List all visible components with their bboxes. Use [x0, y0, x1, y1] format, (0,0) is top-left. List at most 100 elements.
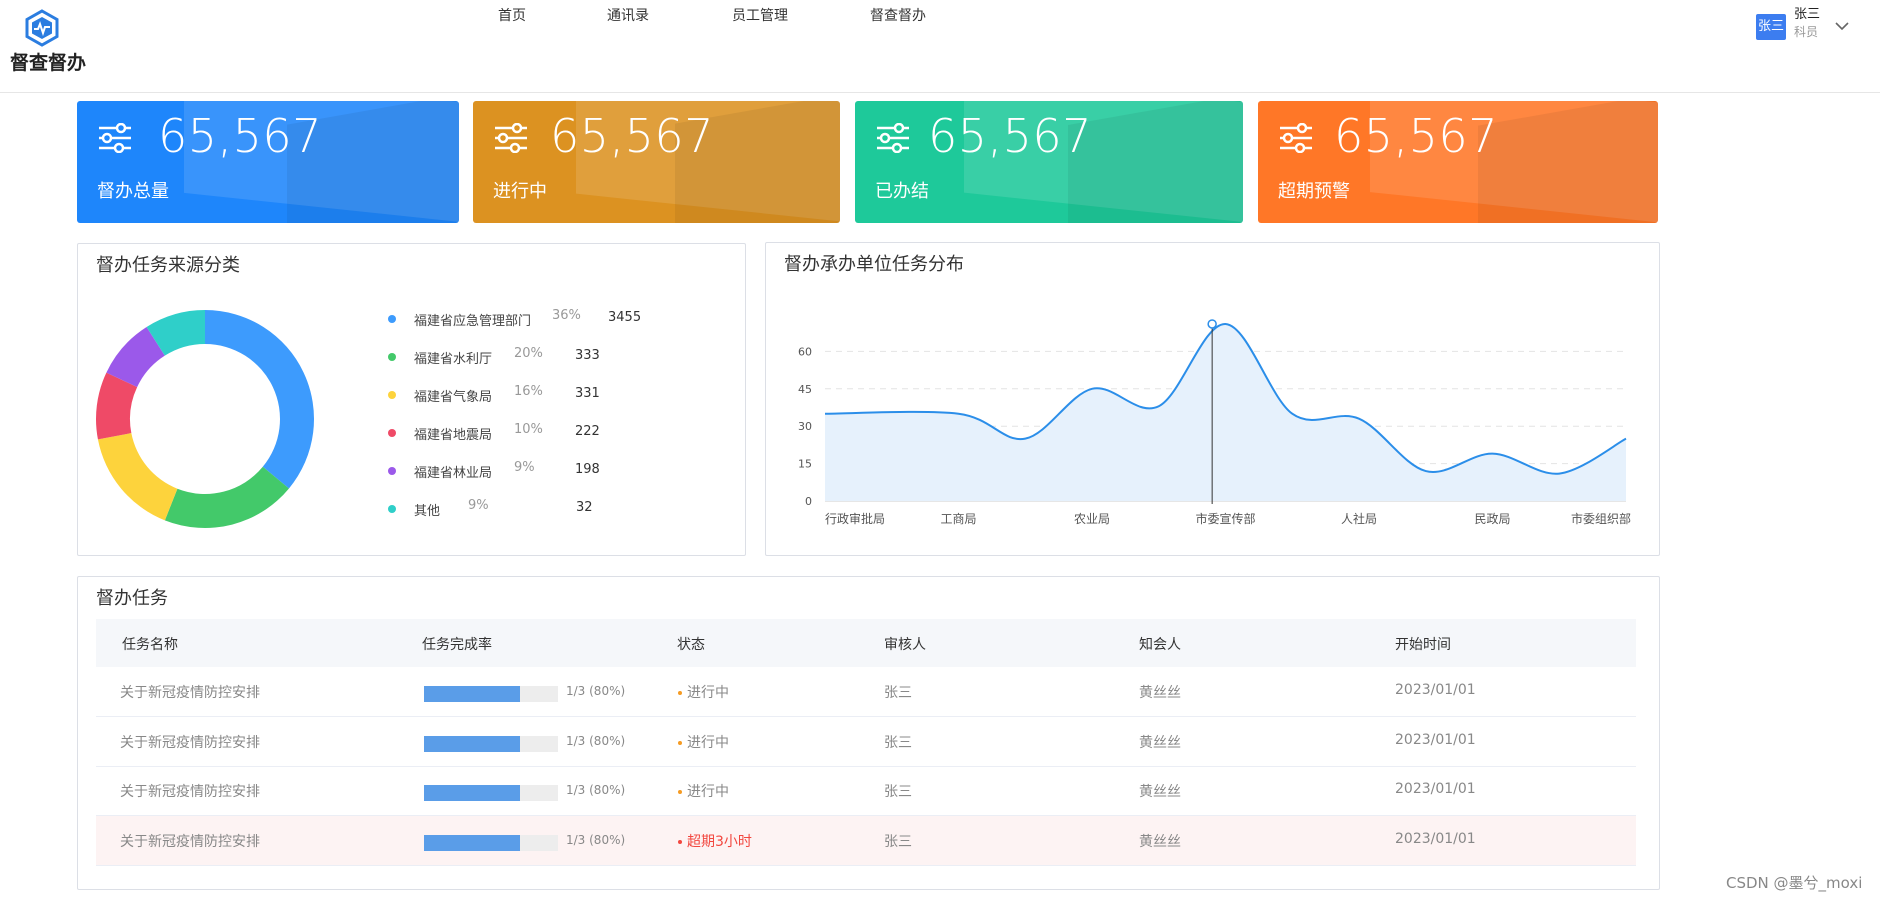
legend-percent: 9% — [514, 460, 535, 475]
progress-bar — [424, 686, 558, 702]
hover-point[interactable] — [1207, 319, 1217, 329]
start-time: 2023/01/01 — [1395, 781, 1476, 797]
status-text: 进行中 — [687, 685, 729, 701]
legend-percent: 16% — [514, 384, 543, 399]
legend-percent: 9% — [468, 498, 489, 513]
table-row[interactable]: 关于新冠疫情防控安排 1/3 (80%) 进行中 张三 黄丝丝 2023/01/01 — [96, 717, 1636, 767]
header-notify[interactable]: 知会人 — [1139, 634, 1181, 654]
legend-name: 其他 — [414, 504, 441, 519]
legend-dot — [388, 353, 396, 361]
sliders-icon — [495, 123, 527, 153]
status-badge: 进行中 — [678, 732, 729, 752]
nav-item-staff[interactable]: 员工管理 — [732, 5, 788, 25]
table-header: 任务名称 任务完成率 状态 审核人 知会人 开始时间 — [96, 619, 1636, 667]
status-badge: 进行中 — [678, 682, 729, 702]
task-name[interactable]: 关于新冠疫情防控安排 — [120, 781, 260, 801]
card-label: 督办总量 — [97, 181, 169, 202]
legend-name: 福建省林业局 — [414, 466, 493, 481]
status-badge: 进行中 — [678, 781, 729, 801]
header-reviewer[interactable]: 审核人 — [884, 634, 926, 654]
legend-name: 福建省地震局 — [414, 428, 493, 443]
stat-card-total[interactable]: 65,567 督办总量 — [77, 101, 459, 223]
table-row[interactable]: 关于新冠疫情防控安排 1/3 (80%) 进行中 张三 黄丝丝 2023/01/01 — [96, 667, 1636, 717]
notify-person: 黄丝丝 — [1139, 734, 1181, 751]
header-task-name[interactable]: 任务名称 — [122, 634, 178, 654]
app-logo-icon — [25, 9, 59, 47]
legend-percent: 36% — [552, 308, 581, 323]
progress-text: 1/3 (80%) — [566, 684, 626, 698]
legend-name: 福建省气象局 — [414, 390, 493, 405]
nav-item-supervision[interactable]: 督查督办 — [870, 5, 926, 25]
donut-slice[interactable] — [164, 466, 289, 528]
legend-item[interactable]: 福建省气象局 16% 331 — [388, 384, 688, 405]
donut-slice[interactable] — [97, 433, 178, 521]
status-text: 进行中 — [687, 784, 729, 800]
task-name[interactable]: 关于新冠疫情防控安排 — [120, 831, 260, 851]
start-time: 2023/01/01 — [1395, 830, 1476, 847]
task-name[interactable]: 关于新冠疫情防控安排 — [120, 732, 260, 752]
header-start-time[interactable]: 开始时间 — [1395, 634, 1451, 654]
legend-value: 3455 — [608, 310, 642, 325]
user-avatar[interactable]: 张三 — [1756, 14, 1786, 40]
task-panel: 督办任务 任务名称 任务完成率 状态 审核人 知会人 开始时间 关于新冠疫情防控… — [77, 576, 1660, 890]
x-tick-label: 市委组织部 — [1571, 511, 1631, 526]
x-tick-label: 工商局 — [940, 511, 976, 526]
legend-value: 198 — [575, 462, 600, 477]
reviewer: 张三 — [884, 685, 912, 701]
table-row[interactable]: 关于新冠疫情防控安排 1/3 (80%) 超期3小时 张三 黄丝丝 2023/01/01 — [96, 815, 1636, 866]
donut-chart — [96, 310, 314, 528]
legend-dot — [388, 391, 396, 399]
status-text: 进行中 — [687, 734, 729, 751]
progress-fill — [424, 785, 520, 801]
legend-value: 331 — [575, 386, 600, 401]
progress-text: 1/3 (80%) — [566, 783, 626, 797]
table-row[interactable]: 关于新冠疫情防控安排 1/3 (80%) 进行中 张三 黄丝丝 2023/01/01 — [96, 766, 1636, 816]
y-tick-label: 45 — [798, 383, 812, 396]
top-header: 督查督办 首页 通讯录 员工管理 督查督办 张三 张三 科员 — [0, 0, 1880, 93]
reviewer: 张三 — [884, 833, 912, 850]
distribution-panel: 督办承办单位任务分布 0 15 30 45 60 行政审批局 工商局 农业局 市委宣传部 人社局民… — [765, 242, 1660, 556]
legend-item[interactable]: 福建省地震局 10% 222 — [388, 422, 688, 443]
start-time: 2023/01/01 — [1395, 682, 1476, 698]
stat-card-overdue[interactable]: 65,567 超期预警 — [1258, 101, 1658, 223]
donut-slice[interactable] — [205, 310, 314, 489]
chevron-down-icon[interactable] — [1834, 20, 1850, 32]
header-progress[interactable]: 任务完成率 — [422, 634, 492, 654]
card-value: 65,567 — [1334, 109, 1498, 163]
sliders-icon — [1280, 123, 1312, 153]
card-label: 进行中 — [493, 181, 547, 202]
legend-value: 333 — [575, 348, 600, 363]
progress-bar — [424, 785, 558, 801]
notify-person: 黄丝丝 — [1139, 685, 1181, 701]
status-badge: 超期3小时 — [678, 831, 752, 851]
card-value: 65,567 — [158, 109, 322, 163]
progress-fill — [424, 735, 520, 752]
card-value: 65,567 — [928, 109, 1092, 163]
legend-dot — [388, 429, 396, 437]
y-tick-label: 15 — [798, 458, 812, 471]
stat-card-completed[interactable]: 65,567 已办结 — [855, 101, 1243, 223]
sliders-icon — [99, 123, 131, 153]
notify-person: 黄丝丝 — [1139, 833, 1181, 850]
x-tick-label: 市委宣传部 — [1195, 511, 1255, 526]
legend-item[interactable]: 福建省水利厅 20% 333 — [388, 346, 688, 367]
legend-dot — [388, 467, 396, 475]
notify-person: 黄丝丝 — [1139, 784, 1181, 800]
legend-item[interactable]: 福建省应急管理部门 36% 3455 — [388, 308, 688, 329]
header-status[interactable]: 状态 — [677, 634, 705, 654]
user-role: 科员 — [1794, 25, 1819, 39]
source-panel-title: 督办任务来源分类 — [96, 255, 240, 276]
watermark: CSDN @墨兮_moxi — [1726, 874, 1863, 892]
nav-item-contacts[interactable]: 通讯录 — [607, 5, 649, 25]
nav-item-home[interactable]: 首页 — [498, 5, 526, 25]
legend-item[interactable]: 其他 9% 32 — [388, 498, 688, 519]
legend-item[interactable]: 福建省林业局 9% 198 — [388, 460, 688, 481]
y-tick-label: 0 — [805, 495, 812, 508]
progress-text: 1/3 (80%) — [566, 832, 626, 847]
stat-card-in-progress[interactable]: 65,567 进行中 — [473, 101, 840, 223]
task-name[interactable]: 关于新冠疫情防控安排 — [120, 682, 260, 702]
progress-fill — [424, 686, 520, 702]
card-label: 已办结 — [875, 181, 929, 202]
status-dot — [678, 839, 682, 844]
x-tick-label: 人社局 — [1341, 511, 1377, 526]
